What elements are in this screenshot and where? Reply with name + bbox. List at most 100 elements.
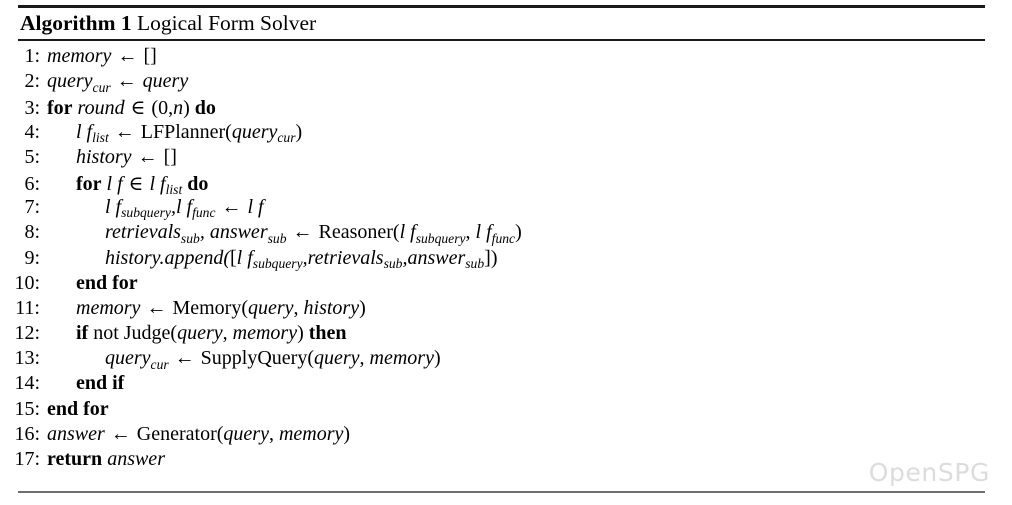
code-token: Generator(: [136, 422, 224, 445]
code-token: return: [47, 448, 103, 470]
pseudocode-line: 14: end if: [0, 372, 1012, 397]
code-token: ,: [293, 296, 304, 319]
line-code: querycur ← query: [47, 70, 1012, 95]
line-number: 8:: [24, 221, 40, 244]
code-token: l f: [175, 196, 193, 219]
code-token: l f: [247, 196, 264, 219]
pseudocode-line: 17: return answer: [0, 448, 1012, 473]
pseudocode-line: 15: end for: [0, 398, 1012, 423]
code-token: l f: [105, 196, 122, 219]
code-token: ): [433, 347, 441, 370]
top-rule: [18, 5, 985, 8]
line-code: history.append([l fsubquery,retrievalssu…: [47, 246, 1012, 271]
code-token: not Judge(: [88, 322, 178, 345]
code-subscript: sub: [180, 230, 200, 246]
code-token: ←: [105, 422, 136, 445]
line-number: 11:: [15, 296, 40, 319]
code-token: end for: [76, 271, 138, 294]
code-token: ,: [222, 322, 233, 345]
code-token: ←: [112, 45, 143, 67]
line-number: 10:: [14, 271, 40, 294]
pseudocode-line: 10: end for: [0, 272, 1012, 297]
line-code: answer ← Generator(query, memory): [47, 423, 1012, 446]
code-token: query: [105, 347, 151, 370]
line-code: if not Judge(query, memory) then: [47, 322, 1012, 345]
code-token: ,: [465, 221, 476, 244]
code-token: []: [163, 145, 177, 168]
code-token: ←: [132, 145, 163, 168]
code-token: Reasoner(: [318, 221, 400, 244]
code-token: Memory(: [172, 296, 248, 319]
line-number: 2:: [24, 70, 40, 93]
line-number: 5:: [24, 145, 40, 168]
line-number: 6:: [24, 172, 40, 195]
code-token: ): [359, 296, 366, 319]
line-number: 12:: [14, 322, 40, 345]
code-token: SupplyQuery(: [200, 347, 314, 370]
code-token: ,: [359, 347, 370, 370]
code-token: for: [76, 172, 102, 195]
code-token: round: [77, 97, 125, 120]
line-code: history ← []: [47, 146, 1012, 169]
code-token: memory: [232, 322, 298, 345]
code-token: history.append(: [105, 246, 230, 269]
line-code: retrievalssub, answersub ← Reasoner(l fs…: [47, 221, 1012, 246]
pseudocode-line: 12: if not Judge(query, memory) then: [0, 322, 1012, 347]
pseudocode-line: 2: querycur ← query: [0, 70, 1012, 95]
code-token: ←: [169, 347, 200, 370]
code-subscript: cur: [92, 79, 111, 95]
title-separator-rule: [18, 39, 985, 41]
line-code: querycur ← SupplyQuery(query, memory): [47, 347, 1012, 372]
code-token: do: [194, 97, 216, 120]
code-token: end if: [76, 372, 125, 395]
line-code: end for: [47, 272, 1012, 295]
code-token: ←: [216, 196, 247, 219]
code-token: ←: [141, 296, 172, 319]
bottom-rule: [18, 491, 985, 493]
code-token: l f: [76, 120, 93, 143]
code-token: ): [343, 422, 351, 445]
pseudocode-line: 13: querycur ← SupplyQuery(query, memory): [0, 347, 1012, 372]
code-token: memory: [47, 45, 112, 67]
code-subscript: func: [491, 230, 516, 246]
code-token: memory: [76, 296, 141, 319]
pseudocode-line: 6: for l f ∈ l flist do: [0, 171, 1012, 197]
code-token: for: [47, 97, 73, 120]
code-token: ): [295, 120, 303, 143]
code-token: ,: [199, 221, 210, 244]
code-token: retrievals: [307, 246, 384, 269]
line-number: 9:: [24, 246, 40, 269]
code-token: n: [173, 97, 184, 120]
code-token: (0,: [151, 97, 174, 120]
code-subscript: cur: [277, 129, 296, 145]
algorithm-title: Algorithm 1 Logical Form Solver: [20, 9, 316, 37]
pseudocode-line: 11: memory ← Memory(query, history): [0, 297, 1012, 322]
code-token: memory: [369, 347, 434, 370]
code-token: retrievals: [105, 221, 181, 244]
algorithm-number: 1: [120, 11, 132, 35]
line-number: 16:: [14, 422, 40, 445]
code-subscript: subquery: [415, 230, 466, 246]
code-token: ): [490, 246, 498, 269]
line-code: return answer: [47, 448, 1012, 471]
code-token: query: [177, 322, 223, 345]
pseudocode-body: 1: memory ← [] 2: querycur ← query 3: for rou…: [0, 45, 1012, 473]
code-token: query: [142, 70, 189, 93]
code-token: ←: [287, 221, 318, 244]
code-subscript: sub: [383, 255, 403, 271]
code-subscript: list: [92, 129, 109, 145]
code-token: l f: [106, 172, 123, 195]
line-number: 17:: [14, 448, 40, 470]
code-token: query: [223, 422, 269, 445]
line-code: end for: [47, 398, 1012, 421]
code-token: l f: [475, 221, 492, 244]
code-token: history: [76, 145, 132, 168]
code-token: answer: [107, 448, 165, 470]
line-number: 1:: [24, 45, 40, 67]
line-number: 7:: [24, 196, 40, 219]
line-code: memory ← []: [47, 45, 1012, 68]
code-token: end for: [47, 397, 109, 420]
code-token: answer: [209, 221, 268, 244]
pseudocode-line: 7: l fsubquery,l ffunc ← l f: [0, 196, 1012, 221]
code-subscript: cur: [150, 356, 169, 372]
